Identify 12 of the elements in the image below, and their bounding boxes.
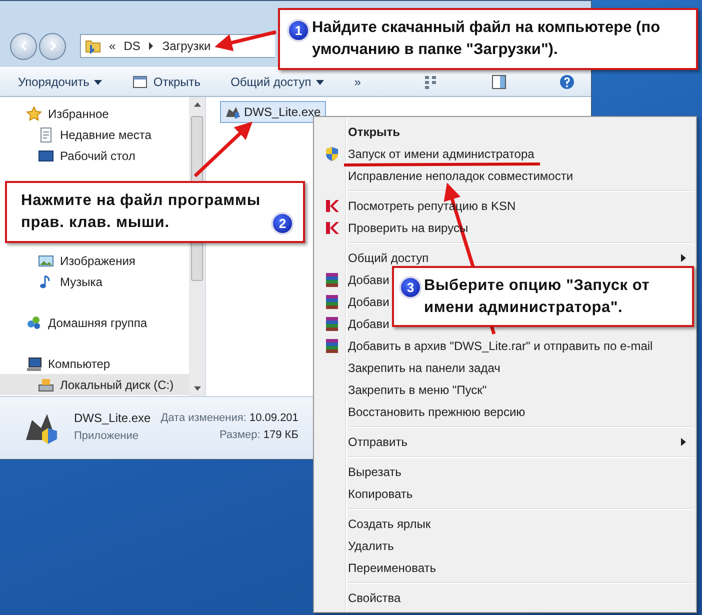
step-number-badge: 1 [287,19,310,42]
file-type: Приложение [74,430,140,442]
instruction-text: Выберите опцию "Запуск от имени администратора". [424,276,651,318]
step-number-badge: 3 [399,276,422,299]
instruction-text: Найдите скачанный файл на компьютере (по умолчанию в папке "Загрузки"). [312,18,662,60]
file-name: DWS_Lite.exe [74,410,151,424]
field-label: Дата изменения: [160,412,246,424]
field-value: 179 КБ [263,428,298,440]
field-label: Размер: [219,428,260,440]
step-number-badge: 2 [271,212,294,235]
field-value: 10.09.201 [249,412,298,424]
instruction-text: Нажмите на файл программы прав. клав. мыши. [20,191,262,233]
